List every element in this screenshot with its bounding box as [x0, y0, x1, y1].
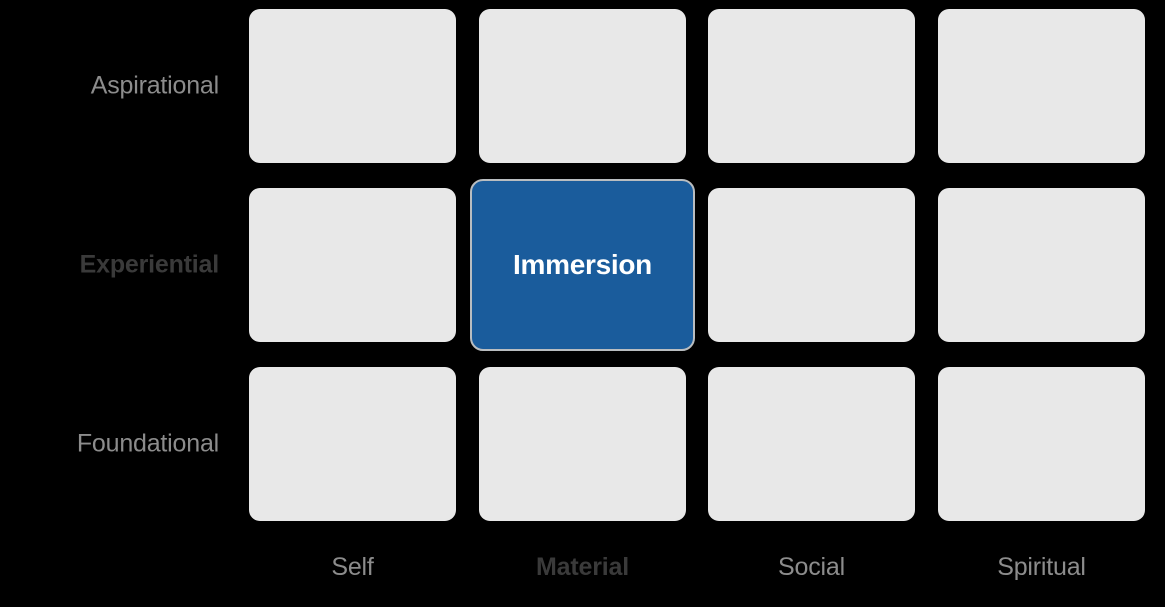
matrix-cell[interactable]: [938, 9, 1145, 163]
row-label-experiential: Experiential: [79, 250, 220, 279]
matrix-cell[interactable]: [249, 9, 456, 163]
matrix-cell[interactable]: [479, 367, 686, 521]
column-label-material: Material: [536, 553, 629, 581]
column-label-social: Social: [778, 553, 845, 581]
matrix-cell-label: Immersion: [513, 249, 652, 280]
matrix-cell[interactable]: [708, 9, 915, 163]
row-label-aspirational: Aspirational: [90, 71, 219, 100]
matrix-cell[interactable]: [708, 367, 915, 521]
matrix-cell[interactable]: [708, 188, 915, 342]
capability-matrix: Immersion Aspirational Experiential Foundat…: [0, 0, 1165, 607]
matrix-cell-highlighted[interactable]: Immersion: [470, 179, 695, 351]
column-label-spiritual: Spiritual: [997, 553, 1086, 581]
matrix-cell[interactable]: [249, 367, 456, 521]
matrix-cell[interactable]: [938, 188, 1145, 342]
column-label-self: Self: [331, 553, 374, 581]
row-label-foundational: Foundational: [76, 429, 219, 458]
matrix-cell[interactable]: [249, 188, 456, 342]
matrix-cell[interactable]: [938, 367, 1145, 521]
matrix-cell[interactable]: [479, 9, 686, 163]
